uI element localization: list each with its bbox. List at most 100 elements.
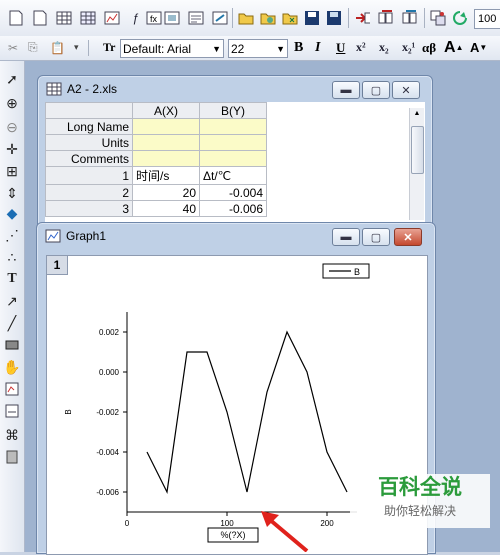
table-cell[interactable] xyxy=(132,118,200,135)
increase-font-button[interactable]: A ▲ xyxy=(444,39,463,56)
new-matrix-icon[interactable] xyxy=(80,10,96,26)
graph-title-bar[interactable]: Graph1 xyxy=(45,223,106,249)
table-cell[interactable] xyxy=(199,134,267,151)
table-cell[interactable] xyxy=(132,150,200,167)
hand-icon[interactable]: ✋ xyxy=(2,357,22,377)
open-template-icon[interactable] xyxy=(260,10,276,26)
new-script-icon[interactable] xyxy=(212,10,228,26)
data-reader-icon[interactable]: ✛ xyxy=(2,139,22,159)
screen-reader-icon[interactable]: ⊞ xyxy=(2,161,22,181)
row-header[interactable]: Long Name xyxy=(45,118,133,135)
new-notes-icon[interactable] xyxy=(188,10,204,26)
table-cell[interactable]: Δt/℃ xyxy=(199,166,267,185)
minimize-button[interactable]: ▬ xyxy=(332,228,360,246)
data-selector-icon[interactable]: ⇕ xyxy=(2,183,22,203)
table-cell[interactable] xyxy=(199,118,267,135)
column-header[interactable]: B(Y) xyxy=(199,102,267,119)
x-tick-label: 200 xyxy=(320,519,334,528)
row-header[interactable]: 2 xyxy=(45,184,133,201)
table-cell[interactable]: 40 xyxy=(132,200,200,217)
row-header[interactable]: 3 xyxy=(45,200,133,217)
row-header[interactable]: Units xyxy=(45,134,133,151)
new-project-icon[interactable] xyxy=(8,10,24,26)
object-icon[interactable] xyxy=(2,447,22,467)
y-tick-label: -0.006 xyxy=(96,488,119,497)
truetype-font-icon: Tr xyxy=(103,40,116,54)
close-button[interactable]: ✕ xyxy=(392,81,420,99)
worksheet-title-bar[interactable]: A2 - 2.xls xyxy=(46,76,117,102)
import-wizard-icon[interactable] xyxy=(402,10,418,26)
decrease-font-label: A xyxy=(470,40,480,55)
table-cell[interactable]: -0.004 xyxy=(199,184,267,201)
row-header[interactable]: Comments xyxy=(45,150,133,167)
close-button[interactable]: ✕ xyxy=(394,228,422,246)
maximize-button[interactable]: ▢ xyxy=(362,228,390,246)
font-size-dropdown[interactable]: 22 ▼ xyxy=(228,39,288,58)
layer-icon[interactable] xyxy=(2,401,22,421)
table-row: Comments xyxy=(45,150,267,167)
table-cell[interactable] xyxy=(199,150,267,167)
toolbar-separator xyxy=(348,8,349,28)
table-cell[interactable] xyxy=(132,134,200,151)
toolbar-separator xyxy=(88,40,89,56)
open-folder-icon[interactable] xyxy=(238,10,254,26)
subscript-button[interactable]: x₂ xyxy=(379,39,389,56)
worksheet-table: A(X) B(Y) Long Name Units Comments 1 时间/… xyxy=(45,102,267,217)
zoom-out-icon[interactable]: ⊖ xyxy=(2,117,22,137)
maximize-button[interactable]: ▢ xyxy=(362,81,390,99)
format-toolbar: ✂ ⎘ 📋 ▾ Tr Default: Arial ▼ 22 ▼ B I U x… xyxy=(0,36,500,61)
save-icon[interactable] xyxy=(304,10,320,26)
mask-icon[interactable]: ◆ xyxy=(2,203,22,223)
new-function-icon-2[interactable]: fx xyxy=(146,10,162,26)
bold-button[interactable]: B xyxy=(294,39,303,56)
table-cell[interactable]: -0.006 xyxy=(199,200,267,217)
refresh-icon[interactable] xyxy=(452,10,468,26)
superscript-button[interactable]: x² xyxy=(356,39,366,56)
italic-button[interactable]: I xyxy=(315,39,320,56)
minimize-button[interactable]: ▬ xyxy=(332,81,360,99)
table-cell[interactable]: 20 xyxy=(132,184,200,201)
zoom-in-icon[interactable]: ⊕ xyxy=(2,93,22,113)
corner-cell[interactable] xyxy=(45,102,133,119)
x-tick-label: 0 xyxy=(125,519,130,528)
underline-button[interactable]: U xyxy=(336,39,345,56)
table-cell[interactable]: 时间/s xyxy=(132,166,200,185)
open-excel-icon[interactable] xyxy=(282,10,298,26)
new-layout-icon[interactable] xyxy=(164,10,180,26)
region-icon[interactable]: ⌘ xyxy=(2,425,22,445)
save-template-icon[interactable] xyxy=(326,10,342,26)
scroll-thumb[interactable] xyxy=(411,126,424,174)
new-function-icon[interactable]: ƒ xyxy=(128,10,144,26)
font-name-dropdown[interactable]: Default: Arial ▼ xyxy=(120,39,224,58)
paste-icon[interactable]: 📋 xyxy=(50,39,65,56)
line-tool-icon[interactable]: ╱ xyxy=(2,313,22,333)
cut-icon[interactable]: ✂ xyxy=(8,39,18,56)
paste-dropdown-icon[interactable]: ▾ xyxy=(74,39,79,56)
new-graph-icon[interactable] xyxy=(104,10,120,26)
new-excel-icon[interactable] xyxy=(56,10,72,26)
copy-icon[interactable]: ⎘ xyxy=(28,39,38,56)
new-worksheet-icon[interactable] xyxy=(32,10,48,26)
pointer-icon[interactable]: ➚ xyxy=(2,69,22,89)
row-header[interactable]: 1 xyxy=(45,166,133,185)
column-header[interactable]: A(X) xyxy=(132,102,200,119)
import-multiple-ascii-icon[interactable] xyxy=(378,10,394,26)
arrow-tool-icon[interactable]: ↗ xyxy=(2,291,22,311)
annotation-icon[interactable] xyxy=(2,379,22,399)
rectangle-tool-icon[interactable] xyxy=(2,335,22,355)
supsubscript-button[interactable]: x₂¹ xyxy=(402,39,415,56)
import-single-ascii-icon[interactable] xyxy=(354,10,370,26)
zoom-field[interactable]: 100 xyxy=(474,9,500,29)
table-row: 1 时间/s Δt/℃ xyxy=(45,166,267,185)
decrease-font-button[interactable]: A ▼ xyxy=(470,39,487,56)
duplicate-icon[interactable] xyxy=(430,10,446,26)
draw-data-icon[interactable]: ∴ xyxy=(2,247,22,267)
scroll-up-icon[interactable]: ▲ xyxy=(410,108,424,120)
greek-button[interactable]: αβ xyxy=(422,39,436,56)
column-header-row: A(X) B(Y) xyxy=(45,102,267,119)
regional-mask-icon[interactable]: ⋰ xyxy=(2,225,22,245)
vertical-scrollbar[interactable]: ▲ xyxy=(409,108,424,220)
text-tool-icon[interactable]: T xyxy=(2,269,22,289)
arrow-up-icon: ▲ xyxy=(455,43,464,52)
watermark-subtitle: 助你轻松解决 xyxy=(383,504,456,518)
